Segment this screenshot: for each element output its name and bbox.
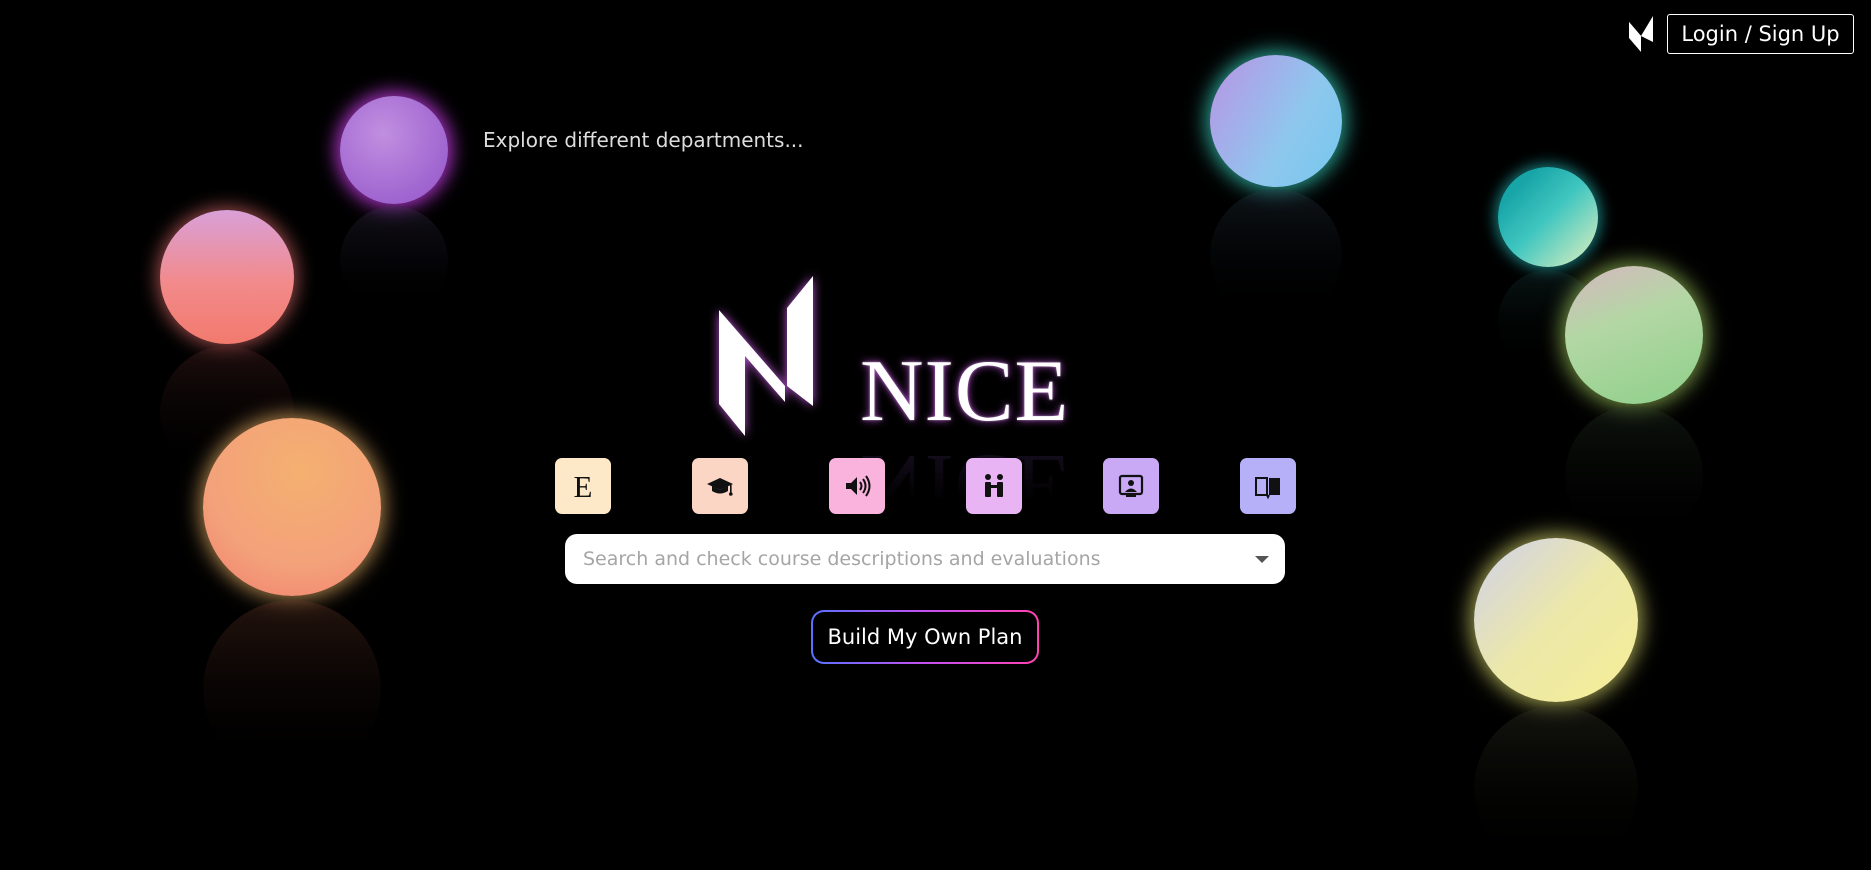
book-icon bbox=[1255, 477, 1280, 500]
category-e-button[interactable]: E bbox=[555, 458, 611, 514]
decorative-orb-blue bbox=[1210, 55, 1342, 187]
login-signup-button[interactable]: Login / Sign Up bbox=[1667, 14, 1854, 54]
category-presentation-button[interactable] bbox=[1103, 458, 1159, 514]
category-audio-button[interactable] bbox=[829, 458, 885, 514]
category-book-button[interactable] bbox=[1240, 458, 1296, 514]
graduation-cap-icon bbox=[707, 478, 733, 496]
people-icon bbox=[985, 474, 1003, 497]
dropdown-caret-icon[interactable] bbox=[1255, 555, 1269, 563]
orb-reflection bbox=[1565, 406, 1703, 544]
brand-logo-icon bbox=[719, 276, 813, 436]
orb-reflection bbox=[203, 600, 381, 778]
build-plan-label: Build My Own Plan bbox=[813, 612, 1037, 662]
decorative-orb-green bbox=[1565, 266, 1703, 404]
logo-icon[interactable] bbox=[1627, 14, 1655, 54]
orb-reflection bbox=[1210, 189, 1342, 321]
presentation-icon bbox=[1118, 474, 1144, 497]
decorative-orb-yellow bbox=[1474, 538, 1638, 702]
build-plan-button[interactable]: Build My Own Plan bbox=[811, 610, 1039, 664]
orb-reflection bbox=[1474, 706, 1638, 870]
decorative-orb-teal bbox=[1498, 167, 1598, 267]
course-search[interactable] bbox=[565, 534, 1285, 584]
brand-name-reflection: NICE bbox=[860, 436, 1070, 533]
category-graduation-button[interactable] bbox=[692, 458, 748, 514]
brand-name: NICE bbox=[860, 343, 1070, 440]
speaker-icon bbox=[846, 475, 871, 497]
course-search-input[interactable] bbox=[581, 547, 1247, 571]
decorative-orb-salmon bbox=[160, 210, 294, 344]
orb-reflection bbox=[340, 206, 448, 314]
explore-departments-text: Explore different departments... bbox=[483, 128, 804, 152]
decorative-orb-orange bbox=[203, 418, 381, 596]
letter-e-icon: E bbox=[573, 468, 593, 504]
category-people-button[interactable] bbox=[966, 458, 1022, 514]
decorative-orb-purple bbox=[340, 96, 448, 204]
